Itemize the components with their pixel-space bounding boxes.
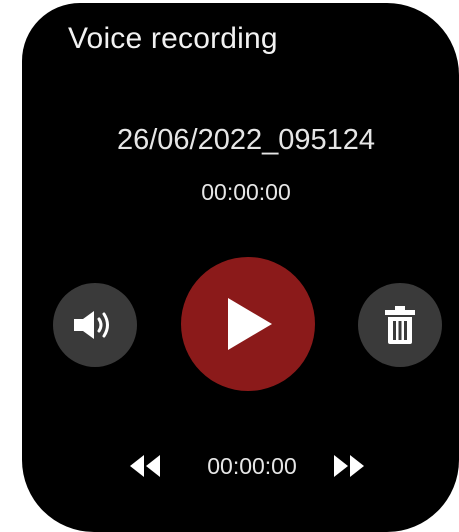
playback-position: 00:00:00: [207, 453, 297, 479]
volume-button[interactable]: [53, 283, 137, 367]
watch-screen: Voice recording 26/06/2022_095124 00:00:…: [22, 3, 459, 532]
trash-icon: [385, 306, 415, 344]
play-icon: [228, 298, 272, 350]
speaker-icon: [74, 311, 109, 339]
page-title: Voice recording: [68, 22, 278, 55]
recording-filename: 26/06/2022_095124: [116, 124, 376, 156]
delete-button[interactable]: [358, 283, 442, 367]
elapsed-time: 00:00:00: [201, 179, 291, 205]
play-button[interactable]: [181, 257, 315, 391]
fast-forward-icon[interactable]: [332, 453, 366, 479]
transport-bar: 00:00:00: [22, 451, 459, 481]
rewind-icon[interactable]: [128, 453, 162, 479]
